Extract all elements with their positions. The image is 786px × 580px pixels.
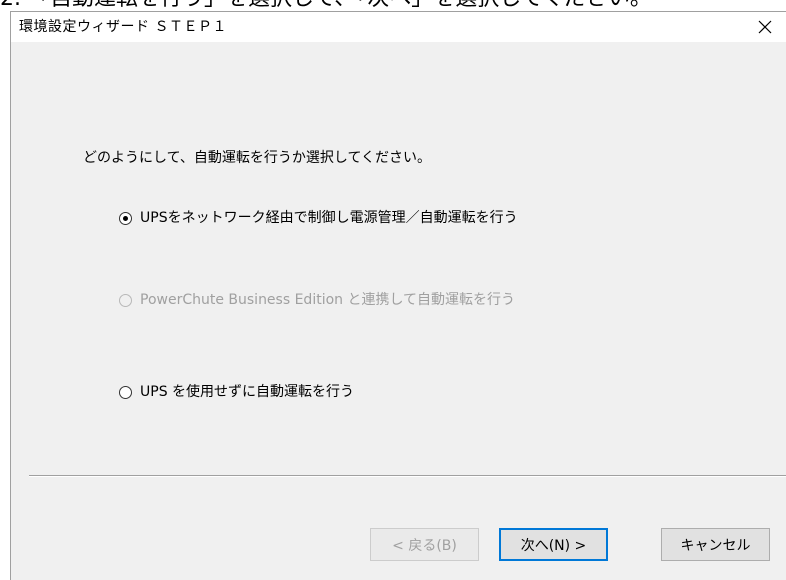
window-title: 環境設定ウィザード ＳＴＥＰ１ bbox=[19, 19, 227, 35]
instruction-caption: 2. 「自動運転を行う」を選択して、「次へ」を選択してください。 bbox=[0, 0, 786, 11]
question-text: どのようにして、自動運転を行うか選択してください。 bbox=[83, 150, 432, 166]
option-label: PowerChute Business Edition と連携して自動運転を行う bbox=[140, 292, 516, 308]
close-icon bbox=[758, 20, 772, 34]
back-button[interactable]: < 戻る(B) bbox=[370, 528, 479, 561]
option-no-ups[interactable]: UPS を使用せずに自動運転を行う bbox=[119, 383, 354, 401]
radio-button[interactable] bbox=[119, 385, 132, 399]
option-powerchute: PowerChute Business Edition と連携して自動運転を行う bbox=[119, 291, 515, 309]
wizard-dialog: 環境設定ウィザード ＳＴＥＰ１ どのようにして、自動運転を行うか選択してください… bbox=[10, 11, 786, 580]
option-label: UPS を使用せずに自動運転を行う bbox=[140, 384, 355, 400]
next-button[interactable]: 次へ(N) > bbox=[499, 528, 608, 561]
radio-button-checked[interactable] bbox=[119, 211, 132, 225]
option-ups-network[interactable]: UPSをネットワーク経由で制御し電源管理／自動運転を行う bbox=[119, 209, 518, 227]
close-button[interactable] bbox=[743, 12, 786, 42]
option-label: UPSをネットワーク経由で制御し電源管理／自動運転を行う bbox=[140, 210, 518, 226]
cancel-button[interactable]: キャンセル bbox=[661, 528, 770, 561]
title-bar[interactable]: 環境設定ウィザード ＳＴＥＰ１ bbox=[11, 12, 786, 42]
divider bbox=[29, 475, 786, 477]
radio-button-disabled bbox=[119, 293, 132, 307]
